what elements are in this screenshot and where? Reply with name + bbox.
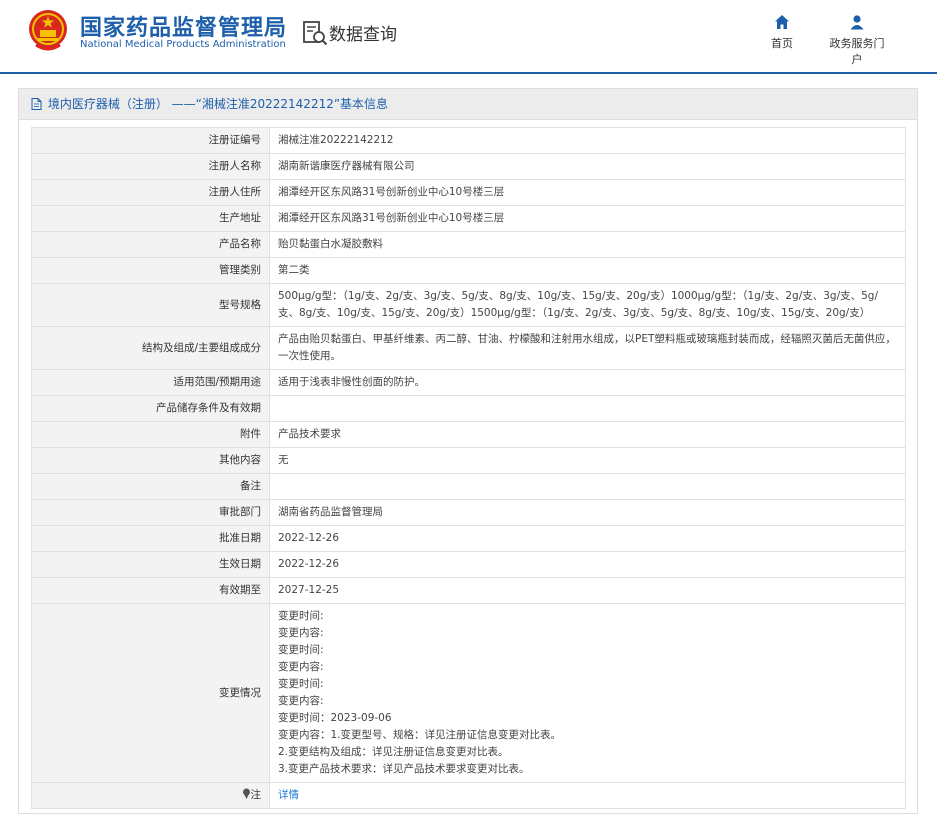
- info-table: 注册证编号 湘械注准20222142212 注册人名称 湖南新谐康医疗器械有限公…: [31, 127, 906, 809]
- field-label: 注册证编号: [31, 127, 270, 154]
- change-line: 变更内容:: [278, 695, 324, 707]
- field-value: 湘械注准20222142212: [269, 127, 906, 154]
- table-row: 结构及组成/主要组成成分 产品由贻贝黏蛋白、甲基纤维素、丙二醇、甘油、柠檬酸和注…: [31, 326, 906, 370]
- site-header: 国家药品监督管理局 National Medical Products Admi…: [0, 0, 937, 74]
- field-value: 湘潭经开区东风路31号创新创业中心10号楼三层: [269, 205, 906, 232]
- detail-panel: 境内医疗器械（注册） ——“湘械注准20222142212”基本信息 注册证编号…: [18, 88, 918, 814]
- table-row: 批准日期 2022-12-26: [31, 525, 906, 552]
- nav-home[interactable]: 首页: [752, 14, 812, 51]
- table-row: 备注: [31, 473, 906, 500]
- field-value: 无: [269, 447, 906, 474]
- pin-icon: [242, 788, 250, 799]
- field-value: 第二类: [269, 257, 906, 284]
- field-label: 生效日期: [31, 551, 270, 578]
- field-value: 2022-12-26: [269, 551, 906, 578]
- table-row: 生效日期 2022-12-26: [31, 551, 906, 578]
- field-label: 有效期至: [31, 577, 270, 604]
- table-row: 注 详情: [31, 782, 906, 809]
- change-line: 变更时间:: [278, 610, 324, 622]
- home-icon: [775, 15, 789, 29]
- table-row: 有效期至 2027-12-25: [31, 577, 906, 604]
- field-value: 2022-12-26: [269, 525, 906, 552]
- field-value: 湘潭经开区东风路31号创新创业中心10号楼三层: [269, 179, 906, 206]
- field-label: 生产地址: [31, 205, 270, 232]
- table-row: 审批部门 湖南省药品监督管理局: [31, 499, 906, 526]
- field-label: 结构及组成/主要组成成分: [31, 326, 270, 370]
- field-label: 备注: [31, 473, 270, 500]
- change-line: 变更内容:: [278, 627, 324, 639]
- note-value-cell: 详情: [269, 782, 906, 809]
- change-history: 变更时间: 变更内容: 变更时间: 变更内容: 变更时间: 变更内容: 变更时间…: [269, 603, 906, 783]
- user-icon: [850, 15, 864, 30]
- change-line: 3.变更产品技术要求：详见产品技术要求变更对比表。: [278, 763, 530, 775]
- field-value: 2027-12-25: [269, 577, 906, 604]
- table-row: 适用范围/预期用途 适用于浅表非慢性创面的防护。: [31, 369, 906, 396]
- field-label: 型号规格: [31, 283, 270, 327]
- field-value: 贻贝黏蛋白水凝胶敷料: [269, 231, 906, 258]
- details-link[interactable]: 详情: [278, 789, 299, 801]
- site-title: 国家药品监督管理局: [80, 16, 288, 41]
- field-value: 产品由贻贝黏蛋白、甲基纤维素、丙二醇、甘油、柠檬酸和注射用水组成，以PET塑料瓶…: [269, 326, 906, 370]
- table-row: 变更情况 变更时间: 变更内容: 变更时间: 变更内容: 变更时间: 变更内容:…: [31, 603, 906, 783]
- table-row: 管理类别 第二类: [31, 257, 906, 284]
- field-label: 管理类别: [31, 257, 270, 284]
- section-label: 数据查询: [329, 25, 397, 45]
- change-line: 变更内容：1.变更型号、规格：详见注册证信息变更对比表。: [278, 729, 562, 741]
- table-row: 产品名称 贻贝黏蛋白水凝胶敷料: [31, 231, 906, 258]
- field-value: 湖南省药品监督管理局: [269, 499, 906, 526]
- table-row: 产品储存条件及有效期: [31, 395, 906, 422]
- document-icon: [31, 98, 42, 110]
- change-line: 变更时间:: [278, 644, 324, 656]
- table-row: 注册人名称 湖南新谐康医疗器械有限公司: [31, 153, 906, 180]
- table-row: 注册人住所 湘潭经开区东风路31号创新创业中心10号楼三层: [31, 179, 906, 206]
- field-label: 批准日期: [31, 525, 270, 552]
- field-label: 审批部门: [31, 499, 270, 526]
- change-line: 变更内容:: [278, 661, 324, 673]
- field-label: 注册人名称: [31, 153, 270, 180]
- nav-home-label: 首页: [771, 37, 793, 50]
- field-value: 适用于浅表非慢性创面的防护。: [269, 369, 906, 396]
- nav-portal-label: 政务服务门户: [829, 37, 885, 66]
- field-label: 附件: [31, 421, 270, 448]
- change-line: 变更时间:: [278, 678, 324, 690]
- change-line: 2.变更结构及组成：详见注册证信息变更对比表。: [278, 746, 509, 758]
- table-row: 附件 产品技术要求: [31, 421, 906, 448]
- field-label: 变更情况: [31, 603, 270, 783]
- panel-title: 境内医疗器械（注册） ——“湘械注准20222142212”基本信息: [47, 97, 389, 111]
- field-label: 注册人住所: [31, 179, 270, 206]
- site-subtitle: National Medical Products Administration: [80, 39, 286, 50]
- field-label: 产品名称: [31, 231, 270, 258]
- field-value: 湖南新谐康医疗器械有限公司: [269, 153, 906, 180]
- panel-header: 境内医疗器械（注册） ——“湘械注准20222142212”基本信息: [19, 89, 917, 120]
- field-label: 产品储存条件及有效期: [31, 395, 270, 422]
- change-line: 变更时间：2023-09-06: [278, 712, 392, 724]
- note-label: 注: [250, 789, 262, 801]
- table-row: 型号规格 500μg/g型：（1g/支、2g/支、3g/支、5g/支、8g/支、…: [31, 283, 906, 327]
- data-query-icon: [303, 21, 328, 46]
- national-emblem-icon: [29, 10, 67, 51]
- table-row: 其他内容 无: [31, 447, 906, 474]
- field-label: 适用范围/预期用途: [31, 369, 270, 396]
- field-value: 产品技术要求: [269, 421, 906, 448]
- table-row: 生产地址 湘潭经开区东风路31号创新创业中心10号楼三层: [31, 205, 906, 232]
- nav-service-portal[interactable]: 政务服务门户: [827, 14, 887, 67]
- field-value: 500μg/g型：（1g/支、2g/支、3g/支、5g/支、8g/支、10g/支…: [269, 283, 906, 327]
- field-value: [269, 473, 906, 500]
- field-value: [269, 395, 906, 422]
- note-label-cell: 注: [31, 782, 270, 809]
- field-label: 其他内容: [31, 447, 270, 474]
- table-row: 注册证编号 湘械注准20222142212: [31, 127, 906, 154]
